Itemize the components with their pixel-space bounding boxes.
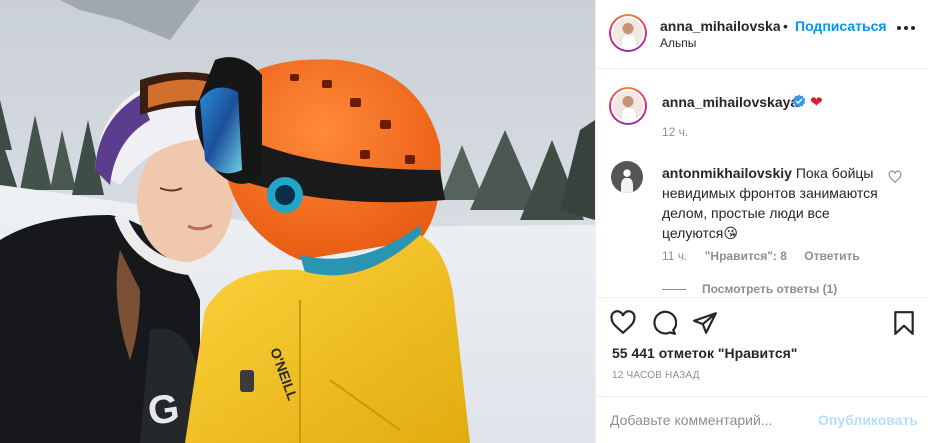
- caption-time[interactable]: 12 ч.: [662, 125, 688, 139]
- comment-meta: 11 ч. "Нравится": 8 Ответить: [662, 249, 874, 263]
- verified-badge-icon: [792, 94, 806, 108]
- comment-text: antonmikhailovskiy Пока бойцы невидимых …: [662, 163, 884, 243]
- comment-composer: Опубликовать: [596, 396, 928, 443]
- likes-count[interactable]: 55 441 отметок "Нравится": [612, 345, 797, 361]
- posted-time[interactable]: 12 ЧАСОВ НАЗАД: [612, 370, 700, 381]
- share-icon[interactable]: [692, 310, 718, 336]
- comment-emoji: 😘: [723, 225, 738, 241]
- publish-button[interactable]: Опубликовать: [818, 412, 918, 428]
- more-horizontal-icon[interactable]: [896, 21, 916, 35]
- reply-button[interactable]: Ответить: [804, 249, 859, 263]
- caption-author-avatar[interactable]: [609, 87, 647, 125]
- commenter-avatar[interactable]: [611, 161, 643, 193]
- comment-heart-icon[interactable]: [888, 170, 902, 184]
- comment-icon[interactable]: [651, 310, 677, 336]
- caption-emoji: ❤: [810, 94, 823, 111]
- post-image: G O'NEILL: [0, 0, 595, 443]
- caption-username[interactable]: anna_mihailovskaya: [662, 94, 798, 110]
- separator-dot: •: [783, 18, 788, 34]
- author-avatar[interactable]: [609, 14, 647, 52]
- view-replies-label: Посмотреть ответы (1): [702, 282, 838, 296]
- comment-input[interactable]: [610, 409, 810, 431]
- follow-button[interactable]: Подписаться: [795, 18, 887, 34]
- replies-divider: [662, 289, 686, 291]
- post-photo[interactable]: G O'NEILL: [0, 0, 595, 443]
- post-header: anna_mihailovskaya • Подписаться Альпы: [596, 0, 928, 69]
- post-actions: 55 441 отметок "Нравится" 12 ЧАСОВ НАЗАД: [596, 297, 928, 387]
- post-side-panel: anna_mihailovskaya • Подписаться Альпы a…: [595, 0, 928, 443]
- comment-time[interactable]: 11 ч.: [662, 249, 687, 263]
- author-username[interactable]: anna_mihailovskaya: [660, 18, 780, 34]
- svg-text:G: G: [145, 386, 182, 434]
- heart-icon[interactable]: [610, 310, 636, 336]
- comment-likes[interactable]: "Нравится": 8: [705, 249, 787, 263]
- comments-list: anna_mihailovskaya ❤ 12 ч. antonmikhailo…: [596, 70, 928, 297]
- view-replies-button[interactable]: Посмотреть ответы (1): [662, 282, 837, 296]
- post-location[interactable]: Альпы: [660, 36, 696, 50]
- commenter-username[interactable]: antonmikhailovskiy: [662, 165, 792, 181]
- bookmark-icon[interactable]: [891, 310, 917, 336]
